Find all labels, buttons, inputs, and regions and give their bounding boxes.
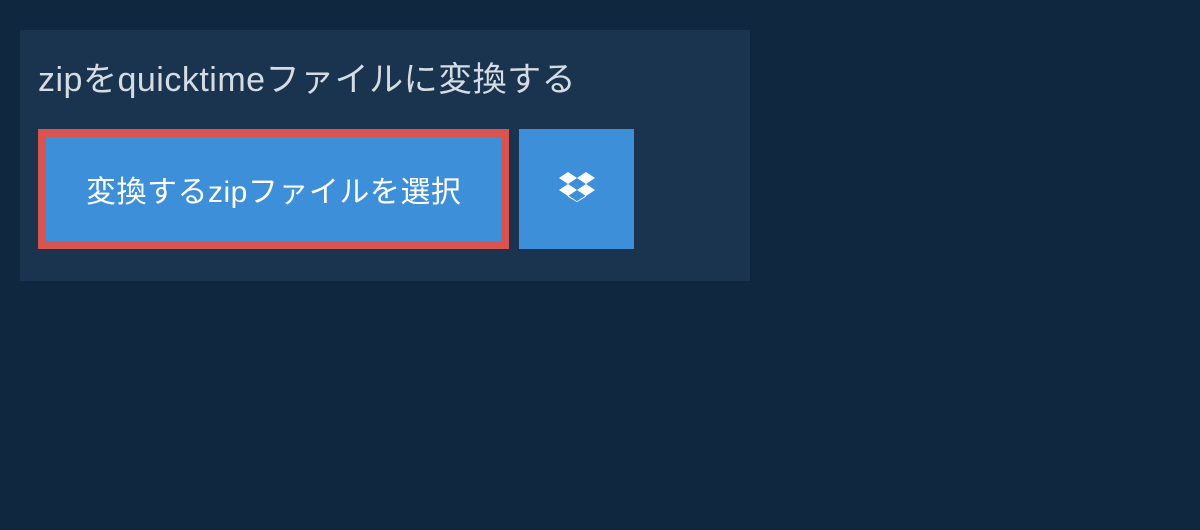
page-title: zipをquicktimeファイルに変換する [20,30,750,129]
dropbox-button[interactable] [519,129,634,249]
select-file-button-label: 変換するzipファイルを選択 [86,167,461,211]
dropbox-icon [559,169,595,210]
select-file-button[interactable]: 変換するzipファイルを選択 [38,129,509,249]
button-row: 変換するzipファイルを選択 [20,129,750,281]
converter-panel: zipをquicktimeファイルに変換する 変換するzipファイルを選択 [20,30,750,281]
